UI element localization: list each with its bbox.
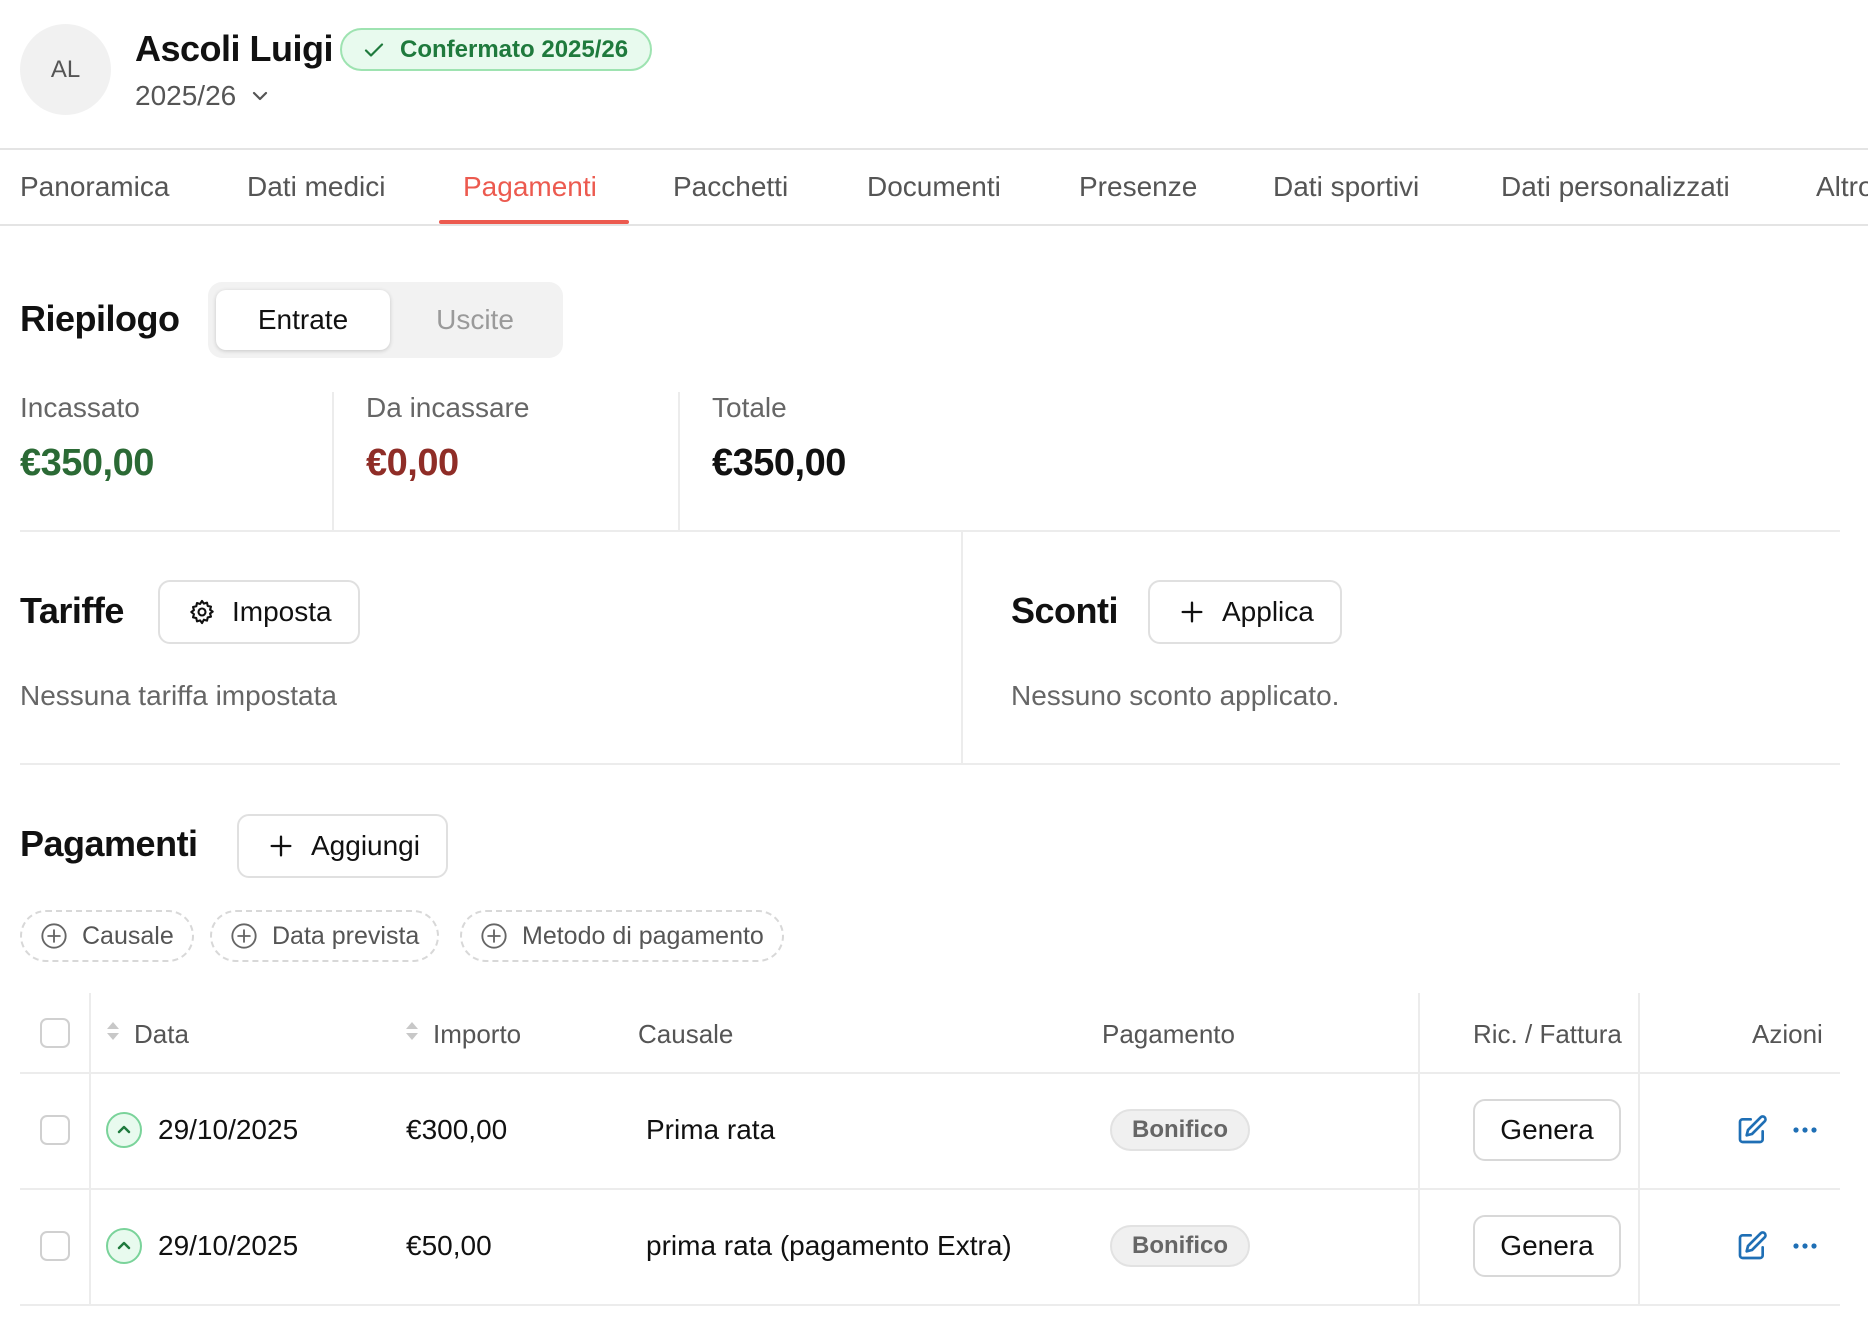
row-checkbox[interactable] [40,1231,70,1261]
filter-causale[interactable]: Causale [20,910,194,962]
filter-label: Metodo di pagamento [522,921,764,950]
kpi-label: Da incassare [366,392,530,423]
profile-header: AL Ascoli Luigi Confermato 2025/26 2025/… [20,24,1820,116]
cell-causale: Prima rata [646,1114,776,1145]
filter-data-prevista[interactable]: Data prevista [210,910,440,962]
column-header-causale: Causale [638,1018,734,1049]
divider [678,392,680,530]
tab-panoramica[interactable]: Panoramica [20,150,169,224]
kpi-label: Totale [712,392,787,423]
divider [20,763,1840,765]
column-header-label: Data [134,1018,189,1049]
page-title: Ascoli Luigi [135,28,334,69]
column-header-ricevuta: Ric. / Fattura [1473,1018,1622,1049]
plus-circle-icon [481,923,507,949]
more-options-icon[interactable] [1788,1229,1822,1263]
sconti-title: Sconti [1011,590,1119,631]
cell-causale: prima rata (pagamento Extra) [646,1230,1012,1261]
cell-data: 29/10/2025 [158,1114,299,1145]
column-header-importo[interactable]: Importo [403,1010,521,1058]
column-divider [1638,993,1640,1305]
cell-importo: €50,00 [406,1230,492,1261]
edit-icon[interactable] [1735,1113,1769,1147]
season-label: 2025/26 [135,80,237,111]
plus-circle-icon [41,923,67,949]
tab-pacchetti[interactable]: Pacchetti [673,150,788,224]
column-divider [89,993,91,1305]
payment-method-badge: Bonifico [1110,1109,1250,1151]
edit-icon[interactable] [1735,1229,1769,1263]
more-options-icon[interactable] [1788,1113,1822,1147]
row-checkbox[interactable] [40,1115,70,1145]
divider [20,1304,1840,1306]
pagamenti-title: Pagamenti [20,823,198,864]
column-header-data[interactable]: Data [104,1010,189,1058]
genera-button[interactable]: Genera [1473,1099,1621,1161]
payment-method-badge: Bonifico [1110,1225,1250,1267]
kpi-value: €350,00 [20,442,154,484]
tab-dati-medici[interactable]: Dati medici [247,150,385,224]
plus-icon [270,835,292,857]
tariffe-title: Tariffe [20,590,124,631]
select-all-checkbox[interactable] [40,1018,70,1048]
cell-importo: €300,00 [406,1114,508,1145]
column-header-label: Importo [433,1018,522,1049]
filter-metodo-pagamento[interactable]: Metodo di pagamento [460,910,784,962]
column-header-pagamento: Pagamento [1102,1018,1235,1049]
summary-title: Riepilogo [20,298,180,339]
check-icon [364,42,384,57]
active-tab-indicator [439,220,629,224]
sconti-empty-text: Nessuno sconto applicato. [1011,680,1340,711]
gear-icon [190,599,214,625]
incoming-payment-icon [106,1228,142,1264]
kpi-da-incassare: Da incassare €0,00 [366,392,529,532]
imposta-label: Imposta [232,596,332,627]
chevron-up-icon [117,1125,131,1134]
tab-dati-personalizzati[interactable]: Dati personalizzati [1501,150,1730,224]
chevron-up-icon [117,1241,131,1250]
tariffe-empty-text: Nessuna tariffa impostata [20,680,337,711]
filter-label: Data prevista [272,921,420,950]
column-header-azioni: Azioni [1752,1018,1823,1049]
filter-label: Causale [82,921,174,950]
kpi-value: €350,00 [712,442,846,484]
kpi-label: Incassato [20,392,140,423]
imposta-tariffe-button[interactable]: Imposta [158,580,360,644]
tab-presenze[interactable]: Presenze [1079,150,1197,224]
plus-circle-icon [231,923,257,949]
sort-icon [107,1021,119,1040]
season-selector[interactable]: 2025/26 [135,80,270,112]
status-badge-label: Confermato 2025/26 [400,35,629,63]
kpi-totale: Totale €350,00 [712,392,846,532]
kpi-value: €0,00 [366,442,459,484]
column-divider [1418,993,1420,1305]
divider [961,532,963,764]
incoming-payment-icon [106,1112,142,1148]
avatar: AL [20,24,111,115]
tab-bar: Panoramica Dati medici Pagamenti Pacchet… [0,148,1868,226]
entrate-uscite-toggle: Entrate Uscite [208,282,563,358]
tab-pagamenti[interactable]: Pagamenti [463,150,597,224]
toggle-uscite[interactable]: Uscite [388,290,562,350]
tab-dati-sportivi[interactable]: Dati sportivi [1273,150,1419,224]
sort-icon [406,1021,418,1040]
status-badge: Confermato 2025/26 [340,28,653,71]
tab-altro[interactable]: Altro [1816,150,1868,224]
divider [20,1072,1840,1074]
kpi-incassato: Incassato €350,00 [20,392,154,532]
aggiungi-pagamento-button[interactable]: Aggiungi [237,814,448,878]
tab-documenti[interactable]: Documenti [867,150,1001,224]
cell-data: 29/10/2025 [158,1230,299,1261]
chevron-down-icon [253,91,268,101]
divider [20,530,1840,532]
toggle-entrate[interactable]: Entrate [216,290,390,350]
aggiungi-label: Aggiungi [311,830,420,861]
genera-button[interactable]: Genera [1473,1215,1621,1277]
applica-sconto-button[interactable]: Applica [1148,580,1342,644]
applica-label: Applica [1222,596,1314,627]
divider [20,1188,1840,1190]
plus-icon [1181,601,1203,623]
divider [332,392,334,530]
